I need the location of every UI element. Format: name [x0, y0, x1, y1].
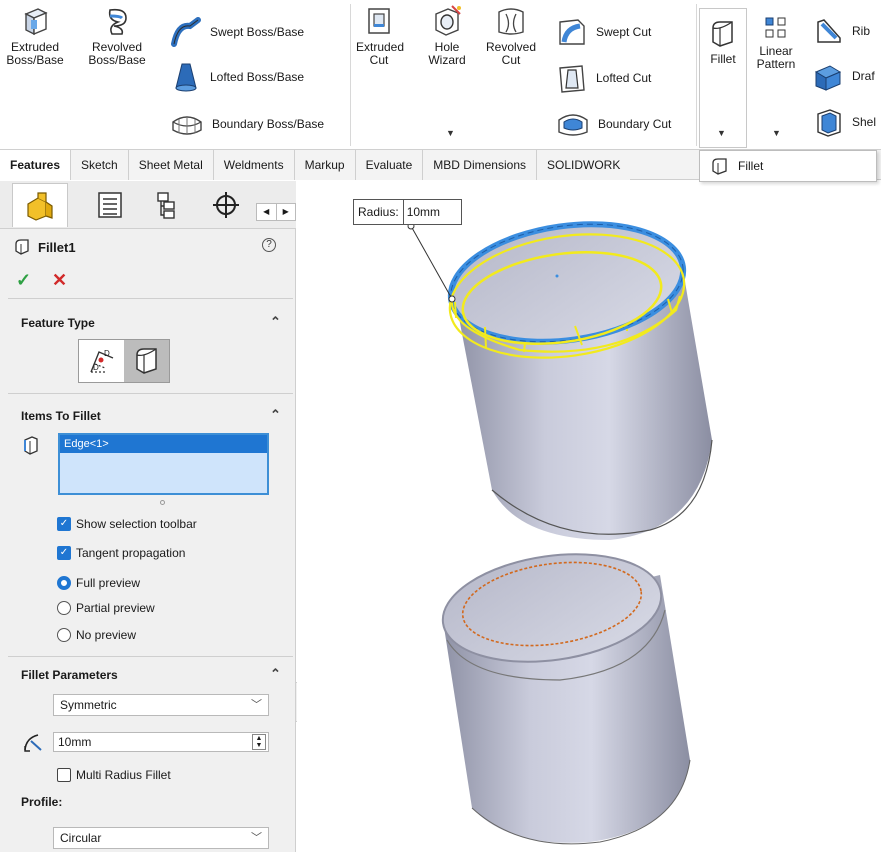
radius-callout-value[interactable]: 10mm: [402, 200, 461, 224]
fillet-icon: [712, 158, 727, 175]
cylinder-result[interactable]: [436, 541, 691, 845]
center-mark: [555, 274, 559, 278]
radius-callout[interactable]: Radius: 10mm: [353, 199, 462, 225]
model-viewport[interactable]: [0, 0, 881, 852]
solidworks-window: Extruded Boss/Base Revolved Boss/Base Sw…: [0, 0, 881, 852]
leader-end-dot: [448, 295, 456, 303]
fillet-menu-item[interactable]: Fillet: [738, 159, 763, 173]
cylinder-preview[interactable]: [442, 210, 713, 540]
radius-leader-line: [410, 225, 453, 300]
radius-callout-label: Radius:: [358, 205, 399, 219]
fillet-dropdown-menu: Fillet: [699, 150, 877, 182]
